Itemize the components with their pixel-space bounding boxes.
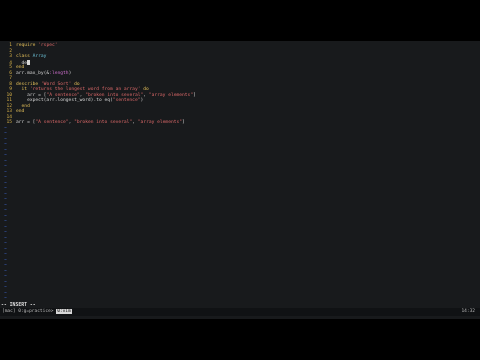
code-token: 'returns the longest word from an array' [29,87,141,92]
tilde-marker: ~ [4,257,7,263]
code-token: ] [193,92,196,98]
code-token: :length [49,70,69,76]
tilde-marker: ~ [4,147,7,153]
code-token: class [16,54,33,59]
code-token: require [16,43,39,48]
clock: 14:32 [461,309,475,314]
code-token: 'Word Sort' [40,81,72,87]
editor-buffer[interactable]: 1 require 'rspec' 2 3 class Array 4 de 5 end 6 ar… [0,43,480,302]
tilde-marker: ~ [4,180,7,186]
tilde-marker: ~ [4,136,7,142]
code-token: do [71,81,80,87]
code-token: arr.max_by(& [16,70,50,76]
tilde-marker: ~ [4,252,7,257]
tilde-marker: ~ [4,175,7,180]
code-token: end [16,109,25,114]
code-token: "broken into several" [85,92,144,98]
code-token: 'rspec' [38,43,58,48]
tilde-marker: ~ [4,263,7,268]
code-token: it [16,87,30,92]
tilde-marker: ~ [4,224,7,230]
code-token: arr = [ [16,92,47,98]
empty-buffer-line: ~ [0,296,480,302]
tilde-marker: ~ [4,153,7,158]
code-token: expect(arr.longest_word).to eq( [16,98,113,103]
tilde-marker: ~ [4,191,7,197]
tilde-marker: ~ [4,241,7,246]
code-token: "sentence" [112,98,141,103]
tilde-marker: ~ [4,296,7,301]
code-token: "A sentence" [46,92,80,98]
code-token: ] [182,120,185,125]
tilde-marker: ~ [4,202,7,208]
code-token: "array elements" [148,92,194,98]
tmux-status-bar: [mac] 0:g=practice> 0:vim 14:32 [0,308,480,316]
active-window-tab[interactable]: 0:vim [56,309,72,314]
session-label: [mac] 0:g=practice> [2,309,57,314]
tilde-marker: ~ [4,164,7,169]
tilde-marker: ~ [4,208,7,213]
tilde-marker: ~ [4,142,7,147]
code-token: Array [32,54,47,59]
tilde-marker: ~ [4,131,7,136]
tilde-marker: ~ [4,235,7,241]
tilde-marker: ~ [4,158,7,164]
tilde-marker: ~ [4,246,7,252]
code-token: "array elements" [137,120,183,125]
terminal-window: 1 require 'rspec' 2 3 class Array 4 de 5 end 6 ar… [0,41,480,319]
code-token: end [16,103,30,109]
tilde-marker: ~ [4,169,7,175]
code-token: ) [140,98,144,103]
code-token: do [140,87,149,92]
tilde-marker: ~ [4,186,7,191]
tilde-marker: ~ [4,125,7,131]
tilde-marker: ~ [4,197,7,202]
tilde-marker: ~ [4,279,7,285]
tilde-marker: ~ [4,230,7,235]
code-token: end [16,65,25,70]
tilde-marker: ~ [4,219,7,224]
code-token: describe [16,81,41,87]
tilde-marker: ~ [4,274,7,279]
tilde-marker: ~ [4,285,7,290]
tilde-marker: ~ [4,268,7,274]
text-cursor [27,59,31,65]
code-token: arr = [ [16,120,36,125]
tilde-marker: ~ [4,290,7,296]
tilde-marker: ~ [4,213,7,219]
code-token: ) [68,70,72,76]
code-token: "broken into several" [74,120,133,125]
code-token: "A sentence" [35,120,69,125]
watermark-text: devCamp [416,318,480,319]
